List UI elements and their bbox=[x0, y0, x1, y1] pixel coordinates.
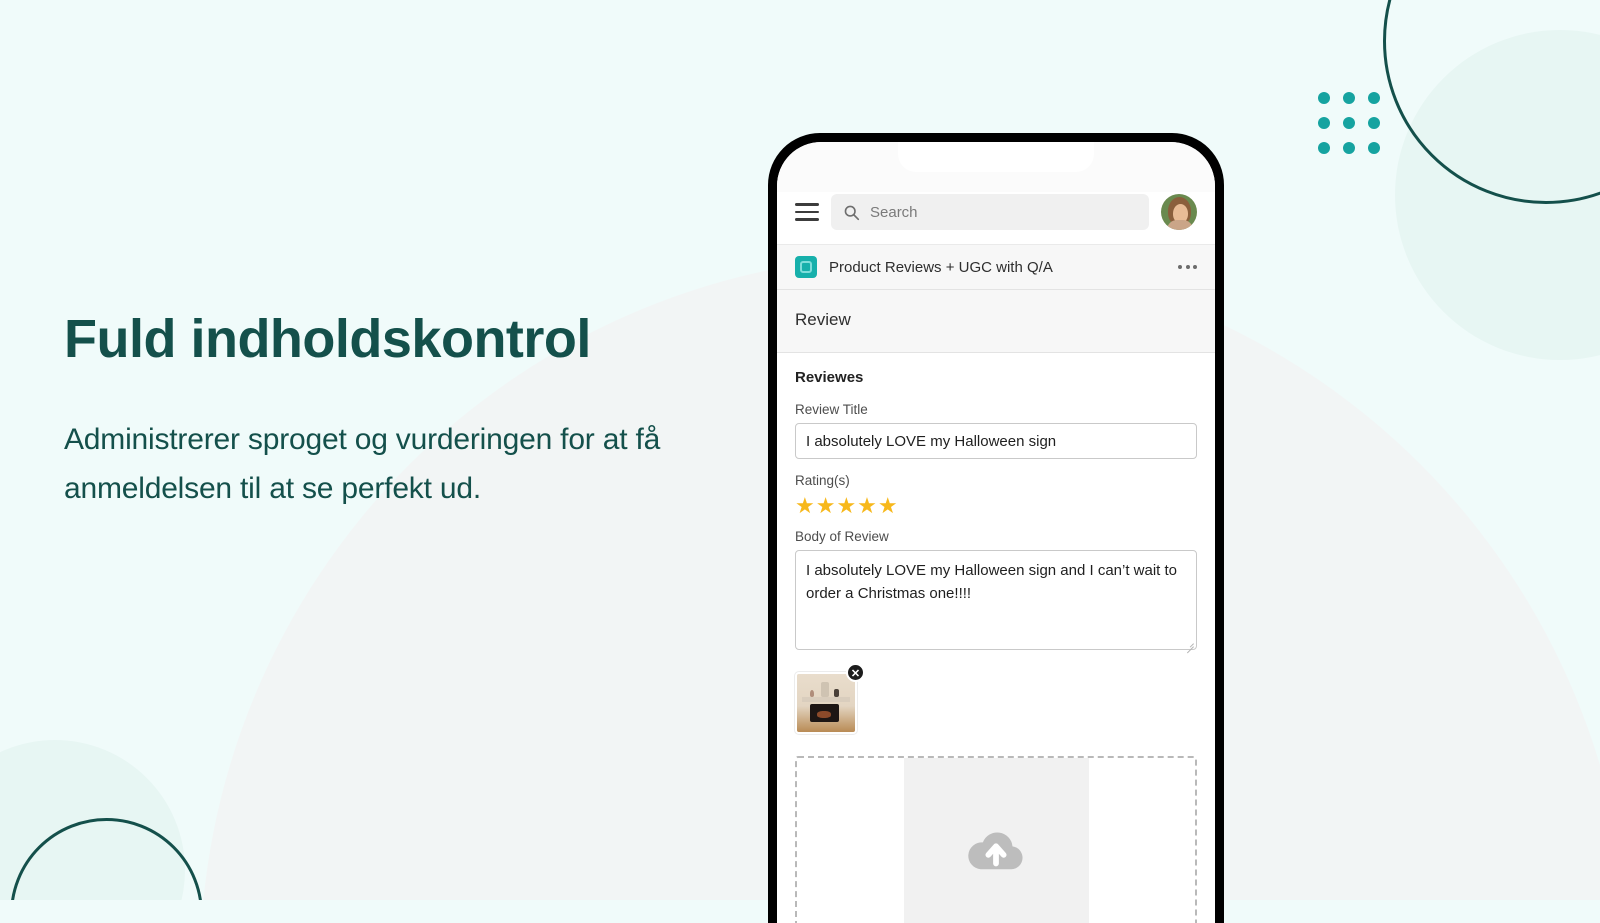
tab-review[interactable]: Review bbox=[777, 290, 1215, 353]
search-icon bbox=[844, 205, 860, 220]
section-title-reviewes: Reviewes bbox=[795, 369, 864, 386]
outline-circle-top-right bbox=[1383, 0, 1600, 204]
review-form: Reviewes Review Title Rating(s) ★★★★★ Bo… bbox=[777, 353, 1215, 923]
hamburger-icon[interactable] bbox=[795, 203, 819, 221]
app-topbar: Search bbox=[777, 192, 1215, 244]
dot-grid-icon bbox=[1318, 92, 1380, 154]
thumbnail-photo bbox=[797, 674, 855, 733]
app-title: Product Reviews + UGC with Q/A bbox=[829, 258, 1053, 276]
cloud-upload-icon bbox=[968, 832, 1023, 870]
body-of-review-textarea[interactable]: I absolutely LOVE my Halloween sign and … bbox=[795, 550, 1197, 651]
remove-image-icon[interactable]: ✕ bbox=[846, 663, 865, 683]
phone-screen: Search Product Reviews + UGC with Q/A Re… bbox=[777, 142, 1215, 923]
rating-stars[interactable]: ★★★★★ bbox=[795, 493, 1197, 518]
file-dropzone[interactable] bbox=[795, 756, 1197, 923]
rating-label: Rating(s) bbox=[795, 473, 850, 488]
status-bar-notch bbox=[777, 142, 1215, 192]
body-of-review-label: Body of Review bbox=[795, 529, 889, 545]
mint-circle-bottom-left bbox=[0, 740, 185, 900]
mint-circle-top-right bbox=[1395, 30, 1600, 360]
marketing-copy: Fuld indholdskontrol Administrerer sprog… bbox=[64, 310, 744, 514]
app-icon bbox=[795, 256, 817, 278]
app-header-row: Product Reviews + UGC with Q/A bbox=[777, 244, 1215, 290]
review-title-input[interactable] bbox=[795, 423, 1197, 459]
page-title: Fuld indholdskontrol bbox=[64, 309, 591, 369]
avatar[interactable] bbox=[1161, 194, 1197, 230]
outline-circle-bottom-left bbox=[10, 818, 203, 900]
page-subtitle: Administrerer sproget og vurderingen for… bbox=[64, 423, 661, 505]
kebab-menu-icon[interactable] bbox=[1178, 265, 1197, 269]
review-title-label: Review Title bbox=[795, 402, 868, 417]
body-of-review-wrapper: I absolutely LOVE my Halloween sign and … bbox=[795, 550, 1197, 651]
image-thumbnail[interactable]: ✕ bbox=[795, 663, 865, 735]
search-placeholder: Search bbox=[870, 203, 918, 221]
search-input[interactable]: Search bbox=[831, 194, 1149, 230]
phone-mockup: Search Product Reviews + UGC with Q/A Re… bbox=[768, 133, 1224, 923]
dropzone-inner bbox=[903, 758, 1089, 923]
uploaded-images: ✕ bbox=[795, 663, 1197, 735]
